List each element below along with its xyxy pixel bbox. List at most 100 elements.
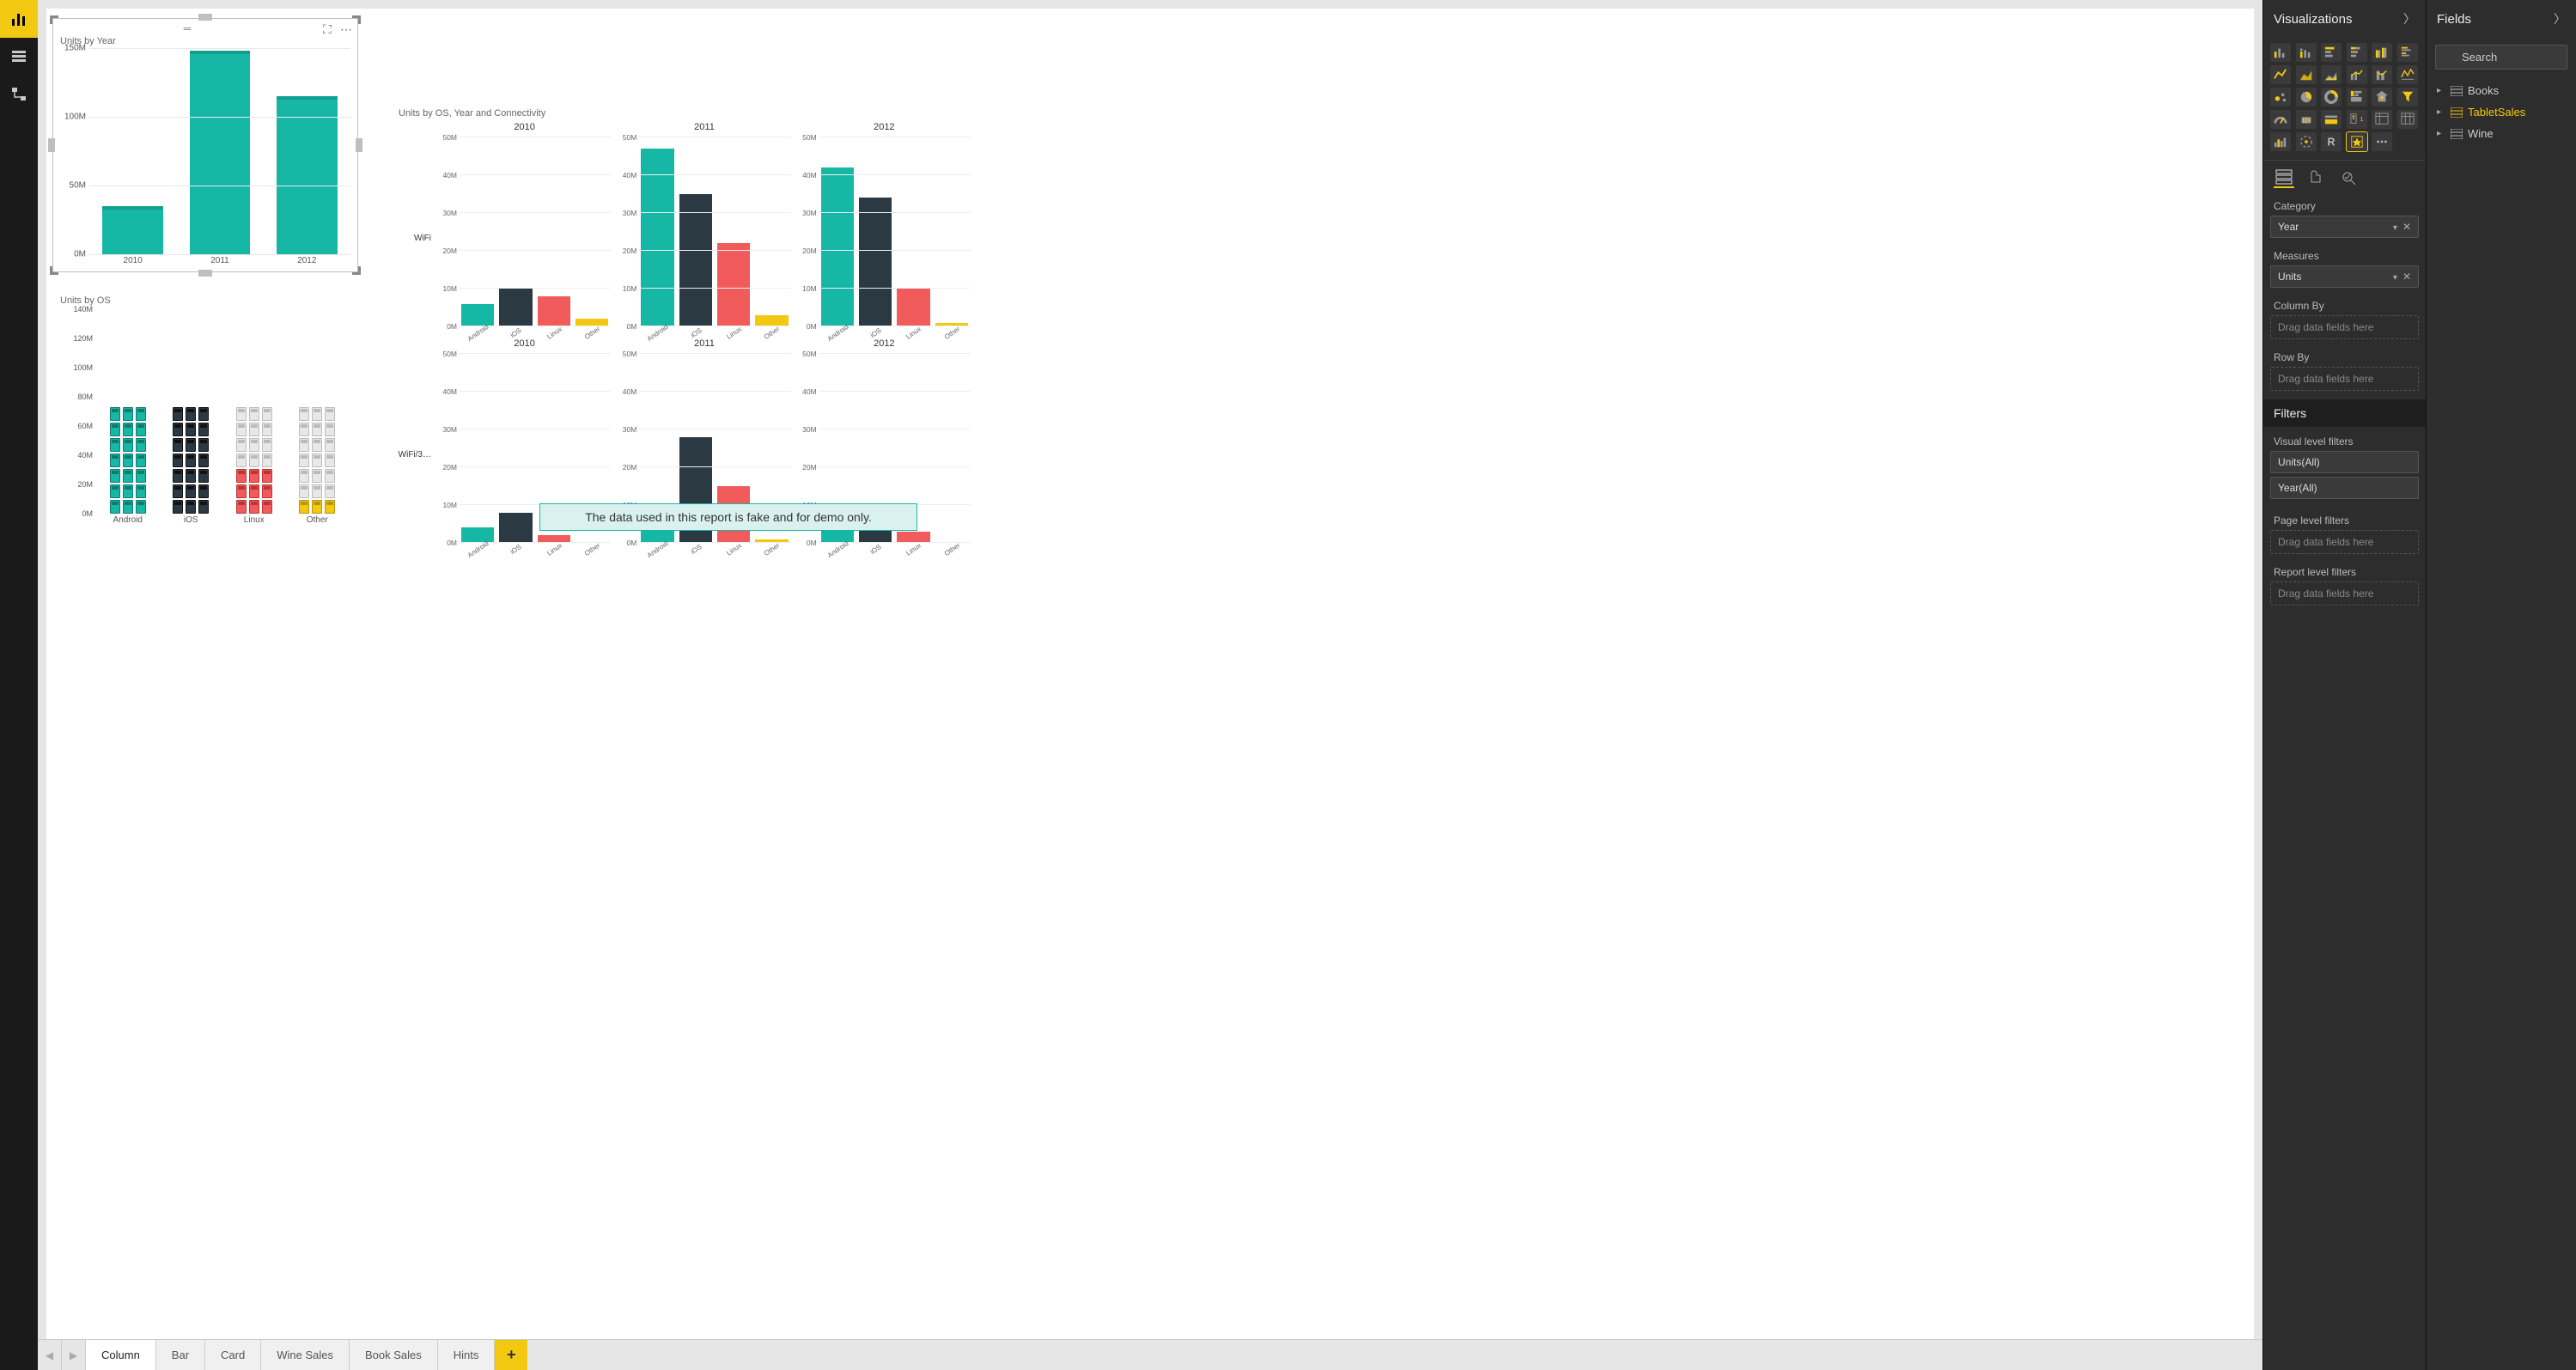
bar[interactable] — [717, 243, 750, 326]
resize-handle[interactable] — [198, 14, 212, 21]
device-icon — [198, 423, 209, 436]
more-options-icon[interactable]: ⋯ — [340, 22, 352, 34]
facet-cell[interactable]: 50M40M30M20M10M0MAndroidiOSLinuxOther — [614, 137, 794, 338]
viz-type-icon[interactable] — [2397, 65, 2418, 84]
visual-filter-item[interactable]: Units(All) — [2270, 451, 2419, 473]
visual-filter-item[interactable]: Year(All) — [2270, 477, 2419, 499]
fields-search-input[interactable]: Search — [2435, 45, 2567, 70]
viz-type-icon[interactable] — [2270, 43, 2291, 62]
viz-type-icon[interactable] — [2372, 43, 2392, 62]
viz-type-icon[interactable]: 1 — [2347, 110, 2367, 129]
viz-type-icon[interactable] — [2347, 43, 2367, 62]
viz-type-icon[interactable] — [2296, 132, 2317, 151]
device-icon — [325, 407, 335, 421]
rowby-dropzone[interactable]: Drag data fields here — [2270, 367, 2419, 391]
resize-handle[interactable] — [356, 138, 362, 152]
page-tab-hints[interactable]: Hints — [438, 1340, 496, 1370]
viz-type-icon[interactable] — [2270, 88, 2291, 107]
expand-icon[interactable]: ▸ — [2437, 129, 2445, 138]
report-canvas[interactable]: ═ ⛶ ⋯ Units by Year 150M100M50M0M 201020… — [46, 9, 2254, 1339]
bar[interactable] — [641, 149, 673, 326]
measures-label: Measures — [2263, 245, 2426, 265]
page-prev-icon[interactable]: ◀ — [38, 1340, 62, 1370]
viz-drag-handle[interactable]: ═ — [58, 22, 318, 34]
facet-cell[interactable]: 50M40M30M20M10M0MAndroidiOSLinuxOther — [795, 137, 974, 338]
viz-type-icon[interactable] — [2372, 132, 2392, 151]
bar[interactable] — [277, 96, 338, 254]
bar[interactable] — [190, 51, 251, 254]
nav-report-icon[interactable] — [0, 0, 38, 38]
viz-type-icon[interactable] — [2270, 132, 2291, 151]
field-table-tabletsales[interactable]: ▸TabletSales — [2432, 101, 2571, 123]
device-icon — [186, 500, 196, 514]
viz-units-by-os[interactable]: Units by OS 140M120M100M80M60M40M20M0M A… — [55, 290, 356, 531]
bar[interactable] — [679, 194, 712, 326]
pictogram-column[interactable] — [222, 309, 286, 514]
viz-type-icon[interactable] — [2347, 65, 2367, 84]
fields-tab-icon[interactable] — [2274, 167, 2294, 188]
viz-type-icon[interactable] — [2321, 88, 2342, 107]
viz-type-icon[interactable] — [2321, 110, 2342, 129]
add-page-button[interactable]: + — [495, 1340, 527, 1370]
device-icon — [173, 469, 183, 483]
viz-type-icon[interactable] — [2296, 65, 2317, 84]
viz-type-icon[interactable] — [2321, 43, 2342, 62]
field-table-books[interactable]: ▸Books — [2432, 80, 2571, 101]
expand-icon[interactable]: ▸ — [2437, 107, 2445, 117]
collapse-panel-icon[interactable]: 〉 — [2403, 10, 2415, 27]
category-field-well[interactable]: Year ▾✕ — [2270, 216, 2419, 238]
viz-type-icon[interactable] — [2347, 132, 2367, 151]
analytics-tab-icon[interactable] — [2339, 167, 2360, 188]
viz-type-icon[interactable]: R — [2321, 132, 2342, 151]
bar[interactable] — [821, 167, 854, 326]
columnby-dropzone[interactable]: Drag data fields here — [2270, 315, 2419, 339]
viz-units-by-year[interactable]: ═ ⛶ ⋯ Units by Year 150M100M50M0M 201020… — [55, 21, 356, 270]
expand-icon[interactable]: ▸ — [2437, 86, 2445, 95]
viz-type-icon[interactable] — [2296, 88, 2317, 107]
page-tab-wine-sales[interactable]: Wine Sales — [261, 1340, 350, 1370]
viz-type-icon[interactable] — [2270, 110, 2291, 129]
remove-field-icon[interactable]: ✕ — [2402, 221, 2411, 233]
viz-type-icon[interactable] — [2321, 65, 2342, 84]
resize-handle[interactable] — [198, 270, 212, 277]
focus-mode-icon[interactable]: ⛶ — [323, 22, 335, 34]
viz-type-icon[interactable] — [2372, 88, 2392, 107]
page-tab-card[interactable]: Card — [205, 1340, 261, 1370]
viz-type-icon[interactable]: 123 — [2296, 110, 2317, 129]
bar[interactable] — [859, 198, 892, 326]
viz-type-icon[interactable] — [2296, 43, 2317, 62]
page-tab-book-sales[interactable]: Book Sales — [350, 1340, 438, 1370]
report-filters-dropzone[interactable]: Drag data fields here — [2270, 581, 2419, 606]
pictogram-column[interactable] — [160, 309, 223, 514]
resize-handle[interactable] — [48, 138, 55, 152]
page-tab-column[interactable]: Column — [86, 1340, 156, 1370]
viz-type-icon[interactable] — [2397, 43, 2418, 62]
field-table-wine[interactable]: ▸Wine — [2432, 123, 2571, 144]
device-icon — [312, 500, 322, 514]
nav-data-icon[interactable] — [0, 38, 38, 76]
pictogram-column[interactable] — [286, 309, 350, 514]
field-value: Units — [2278, 271, 2301, 283]
collapse-panel-icon[interactable]: 〉 — [2554, 10, 2566, 27]
viz-type-icon[interactable] — [2372, 65, 2392, 84]
pictogram-column[interactable] — [96, 309, 160, 514]
viz-type-icon[interactable] — [2270, 65, 2291, 84]
viz-title: Units by OS — [55, 290, 356, 309]
format-tab-icon[interactable] — [2306, 167, 2327, 188]
remove-field-icon[interactable]: ✕ — [2402, 271, 2411, 283]
device-icon — [236, 423, 247, 436]
facet-cell[interactable]: 50M40M30M20M10M0MAndroidiOSLinuxOther — [435, 137, 614, 338]
viz-units-by-os-year-connectivity[interactable]: Units by OS, Year and Connectivity 20102… — [399, 108, 974, 555]
page-next-icon[interactable]: ▶ — [62, 1340, 86, 1370]
device-icon — [325, 438, 335, 452]
page-tab-bar[interactable]: Bar — [156, 1340, 205, 1370]
bar[interactable] — [102, 206, 163, 254]
viz-type-icon[interactable] — [2347, 88, 2367, 107]
viz-type-icon[interactable] — [2372, 110, 2392, 129]
viz-type-icon[interactable] — [2397, 110, 2418, 129]
measures-field-well[interactable]: Units ▾✕ — [2270, 265, 2419, 288]
nav-model-icon[interactable] — [0, 76, 38, 113]
page-filters-dropzone[interactable]: Drag data fields here — [2270, 530, 2419, 554]
device-icon — [136, 484, 146, 498]
viz-type-icon[interactable] — [2397, 88, 2418, 107]
